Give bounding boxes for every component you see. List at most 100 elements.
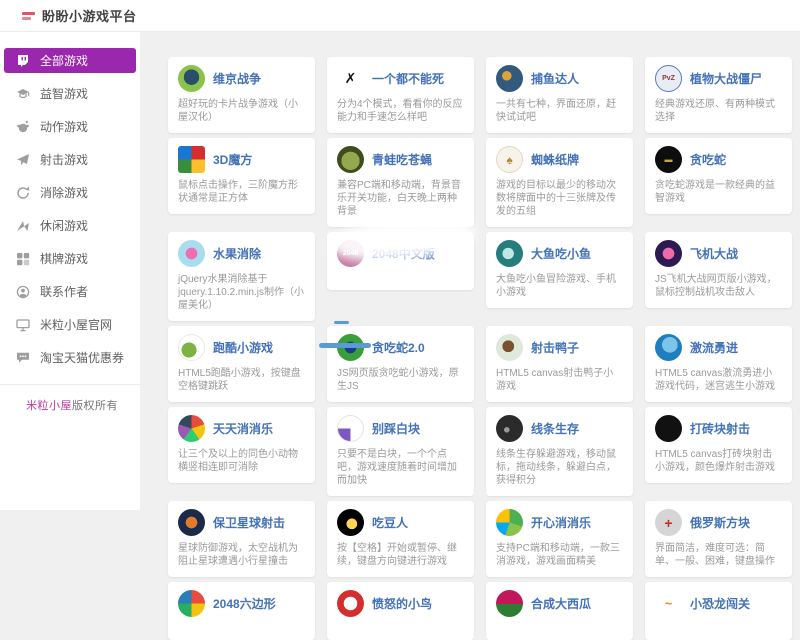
game-grid-area: 维京战争 超好玩的卡片战争游戏（小屋汉化） ✗ 一个都不能死 分为4个模式，看看… xyxy=(140,32,800,640)
line-survival-icon xyxy=(496,415,523,442)
game-card[interactable]: 贪吃蛇2.0 JS网页版贪吃蛇小游戏，原生JS xyxy=(327,326,474,402)
game-description: 鼠标点击操作，三阶魔方形状通常是正方体 xyxy=(178,179,305,205)
sidebar-item-paper-plane[interactable]: 射击游戏 xyxy=(4,147,136,172)
game-title[interactable]: 俄罗斯方块 xyxy=(690,516,750,530)
game-description: 按【空格】开始或暂停、继续，键盘方向键进行游戏 xyxy=(337,542,464,568)
game-card[interactable]: 天天消消乐 让三个及以上的同色小动物横竖相连即可消除 xyxy=(168,407,315,483)
sidebar-item-alien[interactable]: 动作游戏 xyxy=(4,114,136,139)
game-card[interactable]: 保卫星球射击 星球防御游戏，太空战机为阻止星球遭遇小行星撞击 xyxy=(168,501,315,577)
game-title[interactable]: 蜘蛛纸牌 xyxy=(531,153,579,167)
game-title[interactable]: 贪吃蛇2.0 xyxy=(372,341,425,355)
game-card[interactable]: 维京战争 超好玩的卡片战争游戏（小屋汉化） xyxy=(168,57,315,133)
game-card[interactable]: 2048 2048中文版 xyxy=(327,232,474,290)
twitch-icon xyxy=(16,54,30,68)
game-title[interactable]: 大鱼吃小鱼 xyxy=(531,247,591,261)
game-description: 线条生存躲避游戏，移动鼠标，拖动线条，躲避白点，获得积分 xyxy=(496,448,623,487)
game-card[interactable]: 青蛙吃苍蝇 兼容PC端和移动端，背景音乐开关功能，白天晚上两种背景 xyxy=(327,138,474,227)
game-title[interactable]: 贪吃蛇 xyxy=(690,153,726,167)
tetris-icon: + xyxy=(655,509,682,536)
sidebar-item-label: 射击游戏 xyxy=(40,151,88,168)
game-card[interactable]: ~ 小恐龙闯关 xyxy=(645,582,792,640)
game-card[interactable]: 射击鸭子 HTML5 canvas射击鸭子小游戏 xyxy=(486,326,633,402)
game-title[interactable]: 愤怒的小鸟 xyxy=(372,597,432,611)
game-card[interactable]: 捕鱼达人 一共有七种，界面还原，赶快试试吧 xyxy=(486,57,633,133)
game-card[interactable]: + 俄罗斯方块 界面简洁，难度可选：简单、一般、困难，键盘操作 xyxy=(645,501,792,577)
game-title[interactable]: 维京战争 xyxy=(213,72,261,86)
game-card[interactable]: 大鱼吃小鱼 大鱼吃小鱼冒险游戏、手机小游戏 xyxy=(486,232,633,308)
game-card[interactable]: ♠ 蜘蛛纸牌 游戏的目标以最少的移动次数将牌面中的十三张牌及传发的五组 xyxy=(486,138,633,227)
copyright-brand-link[interactable]: 米粒小屋 xyxy=(26,400,72,412)
game-title[interactable]: 一个都不能死 xyxy=(372,72,444,86)
game-card[interactable]: 打砖块射击 HTML5 canvas打砖块射击小游戏，颜色爆炸射击游戏 xyxy=(645,407,792,483)
game-title[interactable]: 开心消消乐 xyxy=(531,516,591,530)
app-title: 盼盼小游戏平台 xyxy=(42,6,137,25)
app-logo[interactable]: 盼盼小游戏平台 xyxy=(22,6,137,25)
game-title[interactable]: 天天消消乐 xyxy=(213,422,273,436)
game-title[interactable]: 水果消除 xyxy=(213,247,261,261)
game-title[interactable]: 捕鱼达人 xyxy=(531,72,579,86)
sidebar-item-label: 联系作者 xyxy=(40,283,88,300)
game-title[interactable]: 植物大战僵尸 xyxy=(690,72,762,86)
game-card[interactable]: ▬ 贪吃蛇 贪吃蛇游戏是一款经典的益智游戏 xyxy=(645,138,792,214)
game-card[interactable]: 水果消除 jQuery水果消除基于jquery.1.10.2.min.js制作（… xyxy=(168,232,315,321)
sidebar-item-sync[interactable]: 消除游戏 xyxy=(4,180,136,205)
game-title[interactable]: 飞机大战 xyxy=(690,247,738,261)
artifact-blue-bar xyxy=(319,343,371,348)
origami-bird-icon xyxy=(16,219,30,233)
game-title[interactable]: 吃豆人 xyxy=(372,516,408,530)
game-card[interactable]: 合成大西瓜 xyxy=(486,582,633,640)
game-title[interactable]: 激流勇进 xyxy=(690,341,738,355)
game-title[interactable]: 2048六边形 xyxy=(213,597,276,611)
sidebar-item-label: 益智游戏 xyxy=(40,85,88,102)
sidebar-item-comment-dots[interactable]: 淘宝天猫优惠券 xyxy=(4,345,136,370)
duck-shoot-icon xyxy=(496,334,523,361)
game-card[interactable]: 激流勇进 HTML5 canvas激流勇进小游戏代码，迷宫逃生小游戏 xyxy=(645,326,792,402)
game-card[interactable]: 开心消消乐 支持PC端和移动端，一款三消游戏，游戏画面精美 xyxy=(486,501,633,577)
game-description: 超好玩的卡片战争游戏（小屋汉化） xyxy=(178,98,305,124)
sidebar-item-graduation-cap[interactable]: 益智游戏 xyxy=(4,81,136,106)
sidebar-item-twitch[interactable]: 全部游戏 xyxy=(4,48,136,73)
game-title[interactable]: 3D魔方 xyxy=(213,153,252,167)
sidebar-item-desktop[interactable]: 米粒小屋官网 xyxy=(4,312,136,337)
game-card[interactable]: 别踩白块 只要不是白块，一个个点吧，游戏速度随着时间增加而加快 xyxy=(327,407,474,496)
game-title[interactable]: 2048中文版 xyxy=(372,247,435,261)
stickman-run-icon: ✗ xyxy=(337,65,364,92)
game-title[interactable]: 青蛙吃苍蝇 xyxy=(372,153,432,167)
big-fish-icon xyxy=(496,240,523,267)
match3-animals-icon xyxy=(178,415,205,442)
red-ring-icon xyxy=(337,590,364,617)
sidebar-item-grid-squares[interactable]: 棋牌游戏 xyxy=(4,246,136,271)
sidebar-item-origami-bird[interactable]: 休闲游戏 xyxy=(4,213,136,238)
game-title[interactable]: 别踩白块 xyxy=(372,422,420,436)
copyright-line: 米粒小屋版权所有 xyxy=(0,397,140,413)
game-card[interactable]: 2048六边形 xyxy=(168,582,315,640)
game-title[interactable]: 线条生存 xyxy=(531,422,579,436)
game-card[interactable]: 吃豆人 按【空格】开始或暂停、继续，键盘方向键进行游戏 xyxy=(327,501,474,577)
sidebar-item-user[interactable]: 联系作者 xyxy=(4,279,136,304)
snake-icon: ▬ xyxy=(655,146,682,173)
game-description: JS网页版贪吃蛇小游戏，原生JS xyxy=(337,367,464,393)
game-title[interactable]: 小恐龙闯关 xyxy=(690,597,750,611)
game-card[interactable]: ✗ 一个都不能死 分为4个模式，看看你的反应能力和手速怎么样吧 xyxy=(327,57,474,133)
pacman-icon xyxy=(337,509,364,536)
rubik-cube-icon xyxy=(178,146,205,173)
game-card[interactable]: 线条生存 线条生存躲避游戏，移动鼠标，拖动线条，躲避白点，获得积分 xyxy=(486,407,633,496)
game-title[interactable]: 射击鸭子 xyxy=(531,341,579,355)
planet-defense-icon xyxy=(178,509,205,536)
game-card[interactable]: 跑酷小游戏 HTML5跑酷小游戏，按键盘空格键跳跃 xyxy=(168,326,315,402)
game-title[interactable]: 跑酷小游戏 xyxy=(213,341,273,355)
sync-icon xyxy=(16,186,30,200)
game-title[interactable]: 保卫星球射击 xyxy=(213,516,285,530)
artifact-blue-dash xyxy=(334,321,349,324)
game-title[interactable]: 打砖块射击 xyxy=(690,422,750,436)
game-card[interactable]: 飞机大战 JS飞机大战网页版小游戏，鼠标控制战机攻击敌人 xyxy=(645,232,792,308)
game-title[interactable]: 合成大西瓜 xyxy=(531,597,591,611)
game-card[interactable]: PvZ 植物大战僵尸 经典游戏还原、有两种模式选择 xyxy=(645,57,792,133)
game-card[interactable]: 3D魔方 鼠标点击操作，三阶魔方形状通常是正方体 xyxy=(168,138,315,214)
game-description: 分为4个模式，看看你的反应能力和手速怎么样吧 xyxy=(337,98,464,124)
game-card[interactable]: 愤怒的小鸟 xyxy=(327,582,474,640)
user-icon xyxy=(16,285,30,299)
sidebar-item-label: 动作游戏 xyxy=(40,118,88,135)
game-description: 兼容PC端和移动端，背景音乐开关功能，白天晚上两种背景 xyxy=(337,179,464,218)
game-description: 界面简洁，难度可选：简单、一般、困难，键盘操作 xyxy=(655,542,782,568)
